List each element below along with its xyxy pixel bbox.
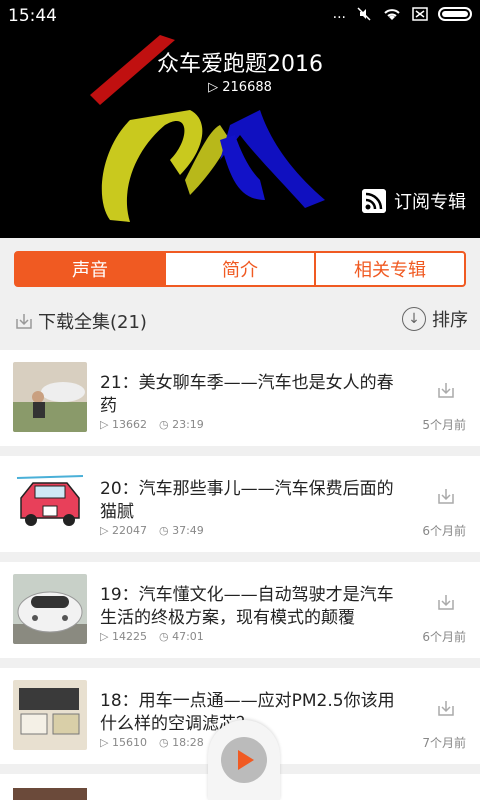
sort-button[interactable]: ↓ 排序 <box>402 306 468 332</box>
track-meta: ▷ 15610 ◷ 18:28 <box>100 736 204 749</box>
track-meta: ▷ 14225 ◷ 47:01 <box>100 630 204 643</box>
mute-icon <box>357 7 371 21</box>
track-title: 21：美女聊车季——汽车也是女人的春药 <box>100 373 394 416</box>
album-title: 众车爱跑题2016 <box>157 52 323 77</box>
subscribe-album-button[interactable]: 订阅专辑 <box>362 188 466 214</box>
track-title: 20：汽车那些事儿——汽车保费后面的猫腻 <box>100 479 394 522</box>
tab-sounds[interactable]: 声音 <box>16 253 166 285</box>
track-duration: ◷ 37:49 <box>158 524 204 537</box>
tab-intro[interactable]: 简介 <box>166 253 316 285</box>
track-plays: ▷ 15610 <box>100 736 147 749</box>
mini-player-button[interactable] <box>208 720 280 800</box>
track-meta: ▷ 22047 ◷ 37:49 <box>100 524 204 537</box>
track-duration: ◷ 47:01 <box>158 630 204 643</box>
status-time: 15:44 <box>8 6 57 26</box>
download-icon[interactable] <box>436 486 456 506</box>
download-all-button[interactable]: 下载全集(21) <box>14 308 147 334</box>
play-icon <box>238 750 254 770</box>
track-thumbnail <box>13 680 87 750</box>
download-icon[interactable] <box>436 698 456 718</box>
subscribe-label: 订阅专辑 <box>394 192 466 213</box>
track-item[interactable]: 20：汽车那些事儿——汽车保费后面的猫腻 ▷ 22047 ◷ 37:49 6个月… <box>0 456 480 552</box>
download-icon[interactable] <box>436 592 456 612</box>
sort-label: 排序 <box>432 310 468 331</box>
track-plays: ▷ 22047 <box>100 524 147 537</box>
track-date: 6个月前 <box>422 524 466 538</box>
battery-icon <box>438 7 472 21</box>
more-icon: ... <box>332 6 346 22</box>
sort-down-icon: ↓ <box>402 307 426 331</box>
download-all-label: 下载全集(21) <box>38 312 147 333</box>
track-date: 7个月前 <box>422 736 466 750</box>
album-header: 15:44 ... 众车爱跑题2016 ▷ 216688 订阅专辑 <box>0 0 480 238</box>
status-bar: 15:44 ... <box>0 0 480 32</box>
track-thumbnail <box>13 468 87 538</box>
play-count-value: 216688 <box>222 80 272 95</box>
track-date: 5个月前 <box>422 418 466 432</box>
track-item[interactable]: 21：美女聊车季——汽车也是女人的春药 ▷ 13662 ◷ 23:19 5个月前 <box>0 350 480 446</box>
wifi-icon <box>384 9 400 20</box>
tab-related-albums[interactable]: 相关专辑 <box>316 253 464 285</box>
track-thumbnail <box>13 574 87 644</box>
track-meta: ▷ 13662 ◷ 23:19 <box>100 418 204 431</box>
play-icon: ▷ <box>208 80 223 95</box>
album-tabs: 声音 简介 相关专辑 <box>14 251 466 287</box>
track-title: 19：汽车懂文化——自动驾驶才是汽车生活的终极方案，现有模式的颠覆 <box>100 585 394 628</box>
track-item[interactable]: 19：汽车懂文化——自动驾驶才是汽车生活的终极方案，现有模式的颠覆 ▷ 1422… <box>0 562 480 658</box>
track-duration: ◷ 23:19 <box>158 418 204 431</box>
rss-icon <box>362 189 386 213</box>
album-play-count: ▷ 216688 <box>0 80 480 95</box>
track-plays: ▷ 14225 <box>100 630 147 643</box>
download-row: 下载全集(21) ↓ 排序 <box>0 300 480 340</box>
track-thumbnail <box>13 362 87 432</box>
track-date: 6个月前 <box>422 630 466 644</box>
download-icon[interactable] <box>436 380 456 400</box>
track-plays: ▷ 13662 <box>100 418 147 431</box>
download-icon <box>16 314 32 329</box>
player-disc <box>221 737 267 783</box>
track-duration: ◷ 18:28 <box>158 736 204 749</box>
sim-icon <box>412 7 428 21</box>
track-thumbnail <box>13 788 87 800</box>
status-icons: ... <box>333 6 472 22</box>
